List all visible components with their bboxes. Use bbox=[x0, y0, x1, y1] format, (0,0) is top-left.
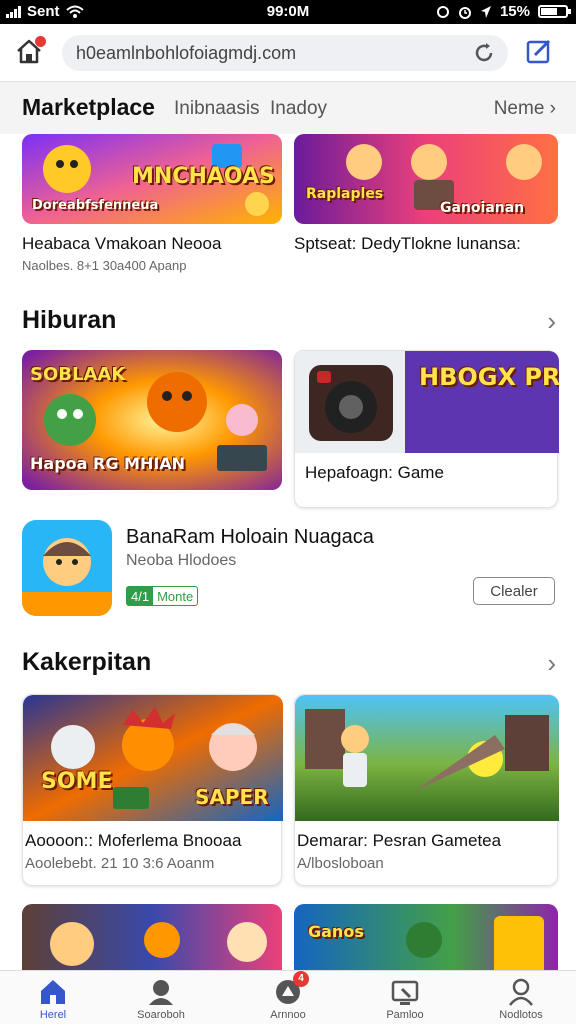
tab-inibnaasis[interactable]: Inibnaasis bbox=[174, 98, 260, 120]
game-title: Heabaca Vmakoan Neooa bbox=[22, 234, 222, 253]
game-title: Sptseat: DedyTlokne lunansa: bbox=[294, 234, 521, 253]
tab-inadoy[interactable]: Inadoy bbox=[270, 98, 327, 120]
content-feed: MNCHAOAS Doreabfsfenneua Heabaca Vmakoan… bbox=[0, 134, 576, 970]
game-banner-art bbox=[295, 695, 559, 821]
location-icon bbox=[480, 5, 491, 18]
nav-label: Soaroboh bbox=[137, 1009, 185, 1021]
feature-subtitle: Neoba Hlodoes bbox=[126, 552, 237, 569]
game-card[interactable]: MNCHAOAS Doreabfsfenneua Heabaca Vmakoan… bbox=[22, 134, 282, 274]
game-card[interactable] bbox=[22, 904, 282, 970]
game-banner: SOBLAAK Hapoa RG MHIAN bbox=[22, 350, 282, 490]
battery-icon bbox=[538, 5, 571, 18]
nav-label: Nodlotos bbox=[499, 1009, 543, 1021]
section-title-hiburan: Hiburan bbox=[22, 306, 117, 334]
reload-icon[interactable] bbox=[472, 41, 496, 65]
profile-icon bbox=[509, 978, 533, 1006]
nav-item-games[interactable]: 4 Arnnoo bbox=[243, 971, 333, 1021]
lock-rotation-icon bbox=[436, 5, 449, 18]
game-meta: A/lbosloboan bbox=[297, 855, 384, 872]
game-banner-subtitle: Raplaples bbox=[306, 186, 384, 202]
page-title: Marketplace bbox=[22, 94, 155, 120]
nav-item-search[interactable]: Soaroboh bbox=[116, 977, 206, 1021]
game-card[interactable]: Ganos bbox=[294, 904, 558, 970]
game-card[interactable]: Demarar: Pesran Gametea A/lbosloboan bbox=[294, 694, 559, 886]
apps-icon bbox=[391, 980, 419, 1005]
game-banner-art bbox=[22, 904, 282, 970]
game-card[interactable]: HBOGX PRAKES Hepafoagn: Game bbox=[294, 350, 559, 508]
nav-item-home[interactable]: Herel bbox=[8, 977, 98, 1021]
marketplace-header: Marketplace Inibnaasis Inadoy Neme › bbox=[0, 82, 576, 134]
chevron-right-icon: › bbox=[549, 98, 556, 119]
game-card[interactable]: SOME SAPER Aoooon:: Moferlema Bnooaa Aoo… bbox=[22, 694, 283, 886]
rating-label: Monte bbox=[157, 588, 194, 604]
edit-button[interactable] bbox=[524, 36, 558, 70]
game-banner bbox=[295, 695, 559, 821]
game-card[interactable]: Raplaples Ganoianan Sptseat: DedyTlokne … bbox=[294, 134, 558, 274]
game-banner-subtitle: Doreabfsfenneua bbox=[32, 198, 159, 213]
game-meta: Naolbes. 8+1 30a400 Apanp bbox=[22, 258, 187, 273]
section-title-kakerpitan: Kakerpitan bbox=[22, 648, 152, 676]
clear-button[interactable]: Clealer bbox=[473, 577, 555, 605]
feature-title: BanaRam Holoain Nuagaca bbox=[126, 526, 374, 548]
rating-badge: 4/1 Monte bbox=[126, 586, 199, 606]
game-banner: SOME SAPER bbox=[23, 695, 283, 821]
more-label: Neme bbox=[493, 98, 545, 119]
more-link[interactable]: Neme › bbox=[494, 98, 556, 120]
alarm-icon bbox=[458, 6, 471, 19]
game-banner-subtitle: Hapoa RG MHIAN bbox=[30, 454, 186, 473]
nav-label: Pamloo bbox=[386, 1009, 424, 1021]
app-icon-art bbox=[22, 520, 112, 616]
notification-dot bbox=[35, 36, 46, 47]
game-banner-title: MNCHAOAS bbox=[132, 164, 275, 189]
url-text: h0eamlnbohlofoiagmdj.com bbox=[76, 43, 297, 63]
game-title: Aoooon:: Moferlema Bnooaa bbox=[25, 831, 242, 850]
home-button[interactable] bbox=[14, 36, 48, 70]
game-title: Hepafoagn: Game bbox=[305, 463, 444, 482]
browser-bar: h0eamlnbohlofoiagmdj.com bbox=[0, 24, 576, 82]
game-banner bbox=[22, 904, 282, 970]
game-banner: HBOGX PRAKES bbox=[295, 351, 559, 453]
nav-label: Arnnoo bbox=[270, 1009, 306, 1021]
app-icon[interactable] bbox=[22, 520, 112, 616]
game-card[interactable]: SOBLAAK Hapoa RG MHIAN bbox=[22, 350, 282, 492]
nav-item-profile[interactable]: Nodlotos bbox=[476, 977, 566, 1021]
game-banner: MNCHAOAS Doreabfsfenneua bbox=[22, 134, 282, 224]
nav-label: Herel bbox=[39, 1009, 67, 1021]
game-meta: Aoolebebt. 21 10 3:6 Aoanm bbox=[25, 855, 215, 872]
game-title: Demarar: Pesran Gametea bbox=[297, 831, 502, 850]
game-banner-title: Ganoianan bbox=[440, 200, 525, 216]
bottom-nav: Herel Soaroboh 4 Arnnoo Pamloo Nodlotos bbox=[0, 970, 576, 1024]
status-bar: Sent 99:0M 15% bbox=[0, 0, 576, 24]
url-bar[interactable]: h0eamlnbohlofoiagmdj.com bbox=[62, 35, 508, 71]
game-banner-title: SOME bbox=[41, 769, 113, 794]
nav-item-apps[interactable]: Pamloo bbox=[360, 977, 450, 1021]
home-icon bbox=[41, 980, 65, 1004]
rating-score: 4/1 bbox=[127, 587, 154, 605]
notification-badge: 4 bbox=[293, 971, 309, 987]
game-banner: Ganos bbox=[294, 904, 558, 970]
edit-icon bbox=[526, 39, 551, 64]
game-banner-title: SOBLAAK bbox=[30, 364, 126, 385]
chevron-right-icon[interactable]: › bbox=[547, 306, 556, 337]
battery-percent: 15% bbox=[499, 3, 530, 20]
game-banner-title: HBOGX PRAKES bbox=[419, 363, 559, 391]
game-banner: Raplaples Ganoianan bbox=[294, 134, 558, 224]
chevron-right-icon[interactable]: › bbox=[547, 648, 556, 679]
game-banner-subtitle: SAPER bbox=[195, 785, 269, 809]
game-banner-title: Ganos bbox=[308, 922, 364, 941]
search-person-icon bbox=[149, 980, 173, 1005]
